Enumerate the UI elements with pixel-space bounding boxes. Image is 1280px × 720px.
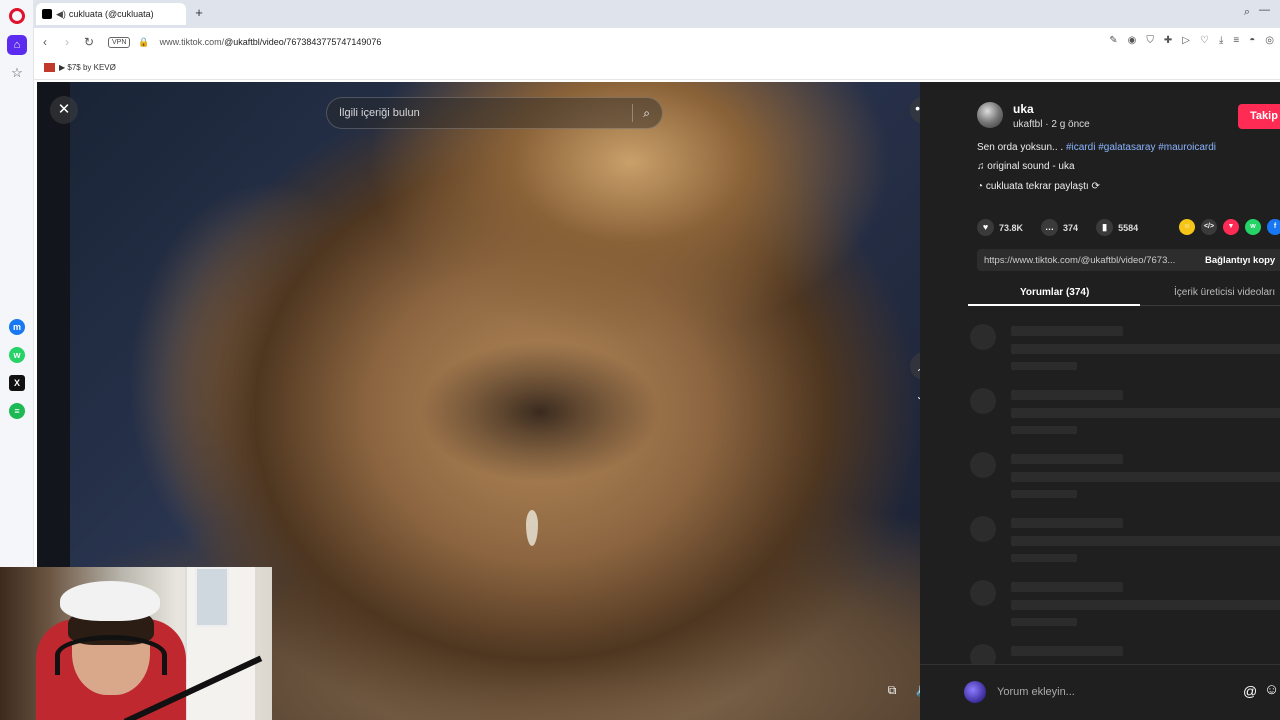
hashtags[interactable]: #icardi #galatasaray #mauroicardi <box>1066 142 1216 153</box>
save-count: 5584 <box>1118 222 1139 233</box>
coin-share-icon[interactable]: ☺ <box>1179 219 1195 235</box>
comment-bar: @ ☺ <box>920 664 1280 720</box>
edit-icon[interactable]: ✎ <box>1109 35 1117 46</box>
tear-drop <box>526 510 538 546</box>
menu-icon[interactable]: ≡ <box>1233 35 1239 46</box>
bookmark-item[interactable]: $7$ by KEVØ <box>67 63 115 72</box>
star-icon[interactable]: ☆ <box>7 63 27 83</box>
whatsapp-share-icon[interactable]: w <box>1245 219 1261 235</box>
address-bar: ‹ › ↻ VPN 🔒 www.tiktok.com/@ukaftbl/vide… <box>34 28 1280 56</box>
link-box: https://www.tiktok.com/@ukaftbl/video/76… <box>977 249 1280 271</box>
search-icon[interactable]: ⌕ <box>643 106 650 121</box>
heart-icon[interactable]: ♡ <box>1200 35 1209 46</box>
comment-stat[interactable]: … 374 <box>1041 219 1078 236</box>
mention-icon[interactable]: @ <box>1243 683 1257 699</box>
comment-skeleton <box>970 580 1280 630</box>
tab-comments[interactable]: Yorumlar (374) <box>1020 287 1089 298</box>
tiktok-favicon-icon <box>42 9 52 19</box>
tab-search-icon[interactable]: ⌕ <box>1244 6 1250 19</box>
headset <box>55 635 167 675</box>
messenger-icon[interactable]: m <box>9 319 25 335</box>
share-icons: ☺ </> ▼ w f <box>1179 219 1280 235</box>
comment-skeleton <box>970 388 1280 438</box>
url-path: @ukaftbl/video/7673843775747149076 <box>224 37 382 47</box>
bookmark-play-icon: ▶ <box>59 63 68 72</box>
author-name[interactable]: uka <box>1013 102 1034 116</box>
comment-skeleton <box>970 324 1280 374</box>
plush-hat <box>60 581 160 621</box>
x-icon[interactable]: X <box>9 375 25 391</box>
repost-row: ◔ cukluata tekrar paylaştı ⟳ <box>977 181 1100 192</box>
user-avatar <box>964 681 986 703</box>
copy-link-button[interactable]: Bağlantıyı kopy <box>1201 255 1275 266</box>
play-icon[interactable]: ▷ <box>1182 35 1190 46</box>
spotify-icon[interactable]: ≡ <box>9 403 25 419</box>
like-count: 73.8K <box>999 222 1024 233</box>
sound-row[interactable]: ♫ original sound - uka <box>977 161 1075 172</box>
video-link[interactable]: https://www.tiktok.com/@ukaftbl/video/76… <box>977 255 1201 266</box>
repost-avatar-icon: ◔ <box>977 181 984 192</box>
whatsapp-icon[interactable]: w <box>9 347 25 363</box>
repost-text: cukluata tekrar paylaştı <box>985 181 1089 192</box>
camera-icon[interactable]: ◉ <box>1128 35 1137 46</box>
address-bar-icons: ✎ ◉ ⛉ ✚ ▷ ♡ ⤓ ≡ ◓ ◎ <box>1109 35 1274 46</box>
tab-creator-videos[interactable]: İçerik üreticisi videoları <box>1174 287 1275 298</box>
send-icon[interactable]: ▼ <box>1223 219 1239 235</box>
description-text: Sen orda yoksun.. . <box>977 142 1064 153</box>
like-stat[interactable]: ♥ 73.8K <box>977 219 1023 236</box>
save-stat[interactable]: ▮ 5584 <box>1096 219 1138 236</box>
background-window <box>195 567 229 627</box>
snapshot-icon[interactable]: ◎ <box>1265 35 1274 46</box>
url-prefix: www.tiktok.com/ <box>159 37 225 47</box>
comment-count: 374 <box>1063 222 1079 233</box>
bookmarks-bar: ▶ $7$ by KEVØ <box>34 56 1280 80</box>
url-field[interactable]: www.tiktok.com/@ukaftbl/video/7673843775… <box>160 37 382 47</box>
comment-input[interactable] <box>997 679 1242 705</box>
comment-skeleton <box>970 516 1280 566</box>
browser-tab[interactable]: ◀) cukluata (@cukluata) <box>36 3 186 25</box>
heart-icon[interactable]: ♥ <box>977 219 994 236</box>
comment-icon[interactable]: … <box>1041 219 1059 236</box>
minimize-icon[interactable]: — <box>1259 4 1270 16</box>
audio-icon[interactable]: ◀) <box>56 9 66 20</box>
tab-strip: ◀) cukluata (@cukluata) + ⌕ — <box>34 0 1280 28</box>
details-panel: uka ukaftbl · 2 g önce Takip Sen orda yo… <box>920 82 1280 720</box>
forward-icon[interactable]: › <box>56 35 78 49</box>
download-icon[interactable]: ⤓ <box>1219 35 1223 46</box>
repost-icon[interactable]: ⟳ <box>1091 181 1099 192</box>
bookmark-icon[interactable]: ▮ <box>1096 219 1114 236</box>
author-handle-time[interactable]: ukaftbl · 2 g önce <box>1013 119 1090 130</box>
emoji-icon[interactable]: ☺ <box>1264 681 1279 698</box>
active-tab-underline <box>968 304 1140 306</box>
volume-icon[interactable]: 🔊 <box>911 679 920 701</box>
shield-icon[interactable]: ⛉ <box>1146 35 1154 46</box>
search-box: ⌕ <box>326 97 663 129</box>
back-icon[interactable]: ‹ <box>34 35 56 49</box>
comment-skeleton <box>970 452 1280 502</box>
bookmark-favicon-icon <box>44 63 55 72</box>
music-note-icon: ♫ <box>977 161 985 172</box>
lock-icon[interactable]: 🔒 <box>138 37 149 48</box>
stats-row: ♥ 73.8K … 374 ▮ 5584 <box>977 219 1156 236</box>
facebook-share-icon[interactable]: f <box>1267 219 1280 235</box>
new-tab-button[interactable]: + <box>192 6 206 20</box>
floating-player-icon[interactable]: ⧉ <box>881 679 903 701</box>
webcam-overlay <box>0 567 272 720</box>
video-description: Sen orda yoksun.. . #icardi #galatasaray… <box>977 142 1216 153</box>
extension-icon[interactable]: ✚ <box>1164 35 1172 46</box>
profile-icon[interactable]: ◓ <box>1249 35 1255 46</box>
embed-icon[interactable]: </> <box>1201 219 1217 235</box>
opera-logo-icon[interactable] <box>9 8 25 24</box>
tab-title: cukluata (@cukluata) <box>68 9 154 19</box>
panel-tabs: Yorumlar (374) İçerik üreticisi videolar… <box>968 282 1280 306</box>
follow-button[interactable]: Takip <box>1238 104 1280 129</box>
sound-name: original sound - uka <box>987 161 1075 172</box>
close-button[interactable]: ✕ <box>50 96 78 124</box>
vpn-badge[interactable]: VPN <box>108 36 131 48</box>
search-separator <box>632 104 634 122</box>
reload-icon[interactable]: ↻ <box>78 35 100 49</box>
search-input[interactable] <box>339 107 623 119</box>
home-icon[interactable]: ⌂ <box>7 35 27 55</box>
avatar[interactable] <box>977 102 1003 128</box>
